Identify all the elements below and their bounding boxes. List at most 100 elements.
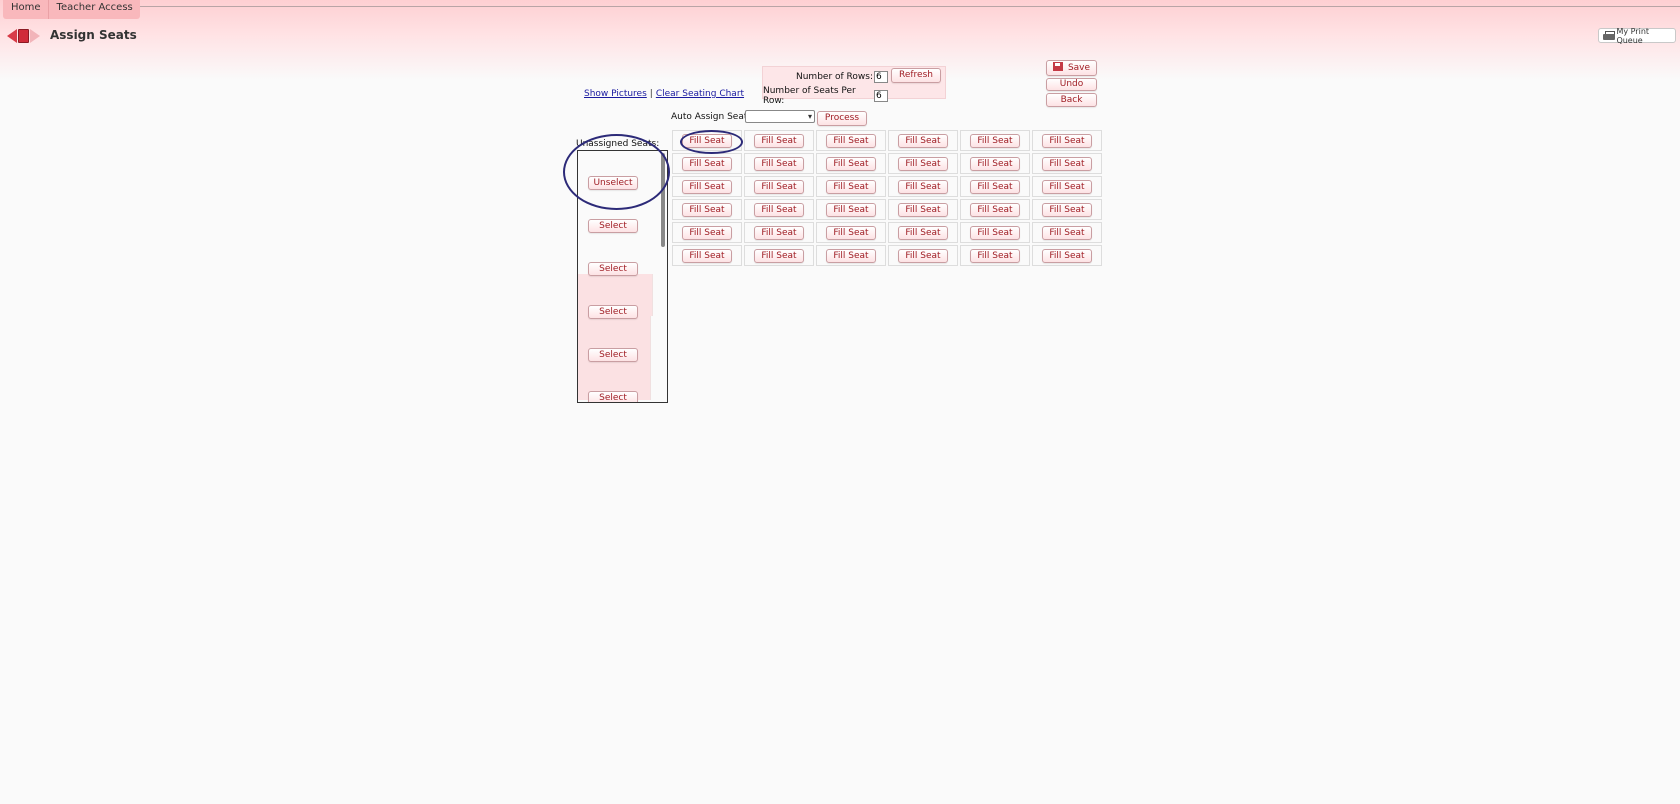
back-arrow-icon[interactable] [7,29,17,43]
seat-cell: Fill Seat [1032,130,1102,151]
save-label: Save [1067,63,1091,73]
chevron-down-icon: ▾ [807,112,812,121]
fill-seat-button[interactable]: Fill Seat [898,157,948,171]
seat-cell: Fill Seat [1032,176,1102,197]
tab-home[interactable]: Home [3,0,49,19]
seats-label: Number of Seats Per Row: [763,86,856,106]
fill-seat-button[interactable]: Fill Seat [826,134,876,148]
seats-row: Number of Seats Per Row: [763,86,888,106]
seat-cell: Fill Seat [816,176,886,197]
rows-input[interactable] [874,71,888,83]
seat-cell: Fill Seat [1032,199,1102,220]
chart-links: Show Pictures | Clear Seating Chart [584,89,744,99]
seats-per-row-input[interactable] [874,90,888,102]
fill-seat-button[interactable]: Fill Seat [898,249,948,263]
fill-seat-button[interactable]: Fill Seat [970,226,1020,240]
header-line [126,6,1680,7]
seat-cell: Fill Seat [816,153,886,174]
printer-icon [1603,30,1616,41]
select-button[interactable]: Select [588,348,638,362]
show-pictures-link[interactable]: Show Pictures [584,89,647,99]
fill-seat-button[interactable]: Fill Seat [1042,226,1092,240]
fill-seat-button[interactable]: Fill Seat [1042,134,1092,148]
seat-cell: Fill Seat [672,245,742,266]
refresh-button[interactable]: Refresh [891,68,941,83]
seat-cell: Fill Seat [888,153,958,174]
back-button[interactable]: Back [1046,93,1097,107]
unassigned-seats-label: Unassigned Seats: [576,139,660,149]
fill-seat-button[interactable]: Fill Seat [898,203,948,217]
page-title: Assign Seats [50,28,137,42]
select-button[interactable]: Select [588,262,638,276]
seat-cell: Fill Seat [672,222,742,243]
fill-seat-button[interactable]: Fill Seat [970,180,1020,194]
fill-seat-button[interactable]: Fill Seat [682,249,732,263]
seat-cell: Fill Seat [816,222,886,243]
fill-seat-button[interactable]: Fill Seat [754,249,804,263]
seat-cell: Fill Seat [672,153,742,174]
link-separator: | [649,89,653,99]
fill-seat-button[interactable]: Fill Seat [898,180,948,194]
select-button[interactable]: Select [588,305,638,319]
fill-seat-button[interactable]: Fill Seat [826,180,876,194]
select-button[interactable]: Select [588,219,638,233]
fill-seat-button[interactable]: Fill Seat [682,226,732,240]
seat-cell: Fill Seat [816,199,886,220]
fill-seat-button[interactable]: Fill Seat [1042,249,1092,263]
seat-cell: Fill Seat [816,245,886,266]
fill-seat-button[interactable]: Fill Seat [970,203,1020,217]
fill-seat-button[interactable]: Fill Seat [970,249,1020,263]
clear-seating-chart-link[interactable]: Clear Seating Chart [656,89,744,99]
fill-seat-button[interactable]: Fill Seat [1042,180,1092,194]
print-queue-button[interactable]: My Print Queue [1598,26,1676,45]
fill-seat-button[interactable]: Fill Seat [1042,203,1092,217]
process-button[interactable]: Process [817,111,867,126]
top-tabs: Home Teacher Access [3,0,140,19]
fill-seat-button[interactable]: Fill Seat [682,203,732,217]
seat-cell: Fill Seat [960,222,1030,243]
fill-seat-button[interactable]: Fill Seat [682,180,732,194]
rows-label: Number of Rows: [796,72,873,82]
unassigned-seats-list[interactable]: Unselect Select Select Select Select Sel… [577,150,668,403]
fill-seat-button[interactable]: Fill Seat [754,134,804,148]
save-icon [1052,62,1063,71]
fill-seat-button[interactable]: Fill Seat [826,249,876,263]
unassigned-scrollbar[interactable] [661,153,665,247]
forward-arrow-icon[interactable] [30,29,40,43]
select-button[interactable]: Select [588,391,638,402]
seat-cell: Fill Seat [744,222,814,243]
print-queue-label: My Print Queue [1616,26,1650,45]
fill-seat-button[interactable]: Fill Seat [826,157,876,171]
fill-seat-button[interactable]: Fill Seat [970,157,1020,171]
fill-seat-button[interactable]: Fill Seat [898,226,948,240]
seat-cell: Fill Seat [672,199,742,220]
fill-seat-button[interactable]: Fill Seat [682,134,732,148]
seat-cell: Fill Seat [1032,222,1102,243]
tab-teacher-access[interactable]: Teacher Access [49,0,140,19]
unselect-button[interactable]: Unselect [588,176,638,190]
bookmark-icon[interactable] [18,29,29,43]
fill-seat-button[interactable]: Fill Seat [754,226,804,240]
undo-button[interactable]: Undo [1046,78,1097,91]
fill-seat-button[interactable]: Fill Seat [898,134,948,148]
seat-cell: Fill Seat [816,130,886,151]
seat-cell: Fill Seat [888,130,958,151]
seat-cell: Fill Seat [672,176,742,197]
seat-cell: Fill Seat [1032,245,1102,266]
fill-seat-button[interactable]: Fill Seat [826,203,876,217]
seat-cell: Fill Seat [888,199,958,220]
fill-seat-button[interactable]: Fill Seat [682,157,732,171]
seat-cell: Fill Seat [960,199,1030,220]
fill-seat-button[interactable]: Fill Seat [754,157,804,171]
fill-seat-button[interactable]: Fill Seat [754,180,804,194]
seat-cell: Fill Seat [672,130,742,151]
seat-cell: Fill Seat [960,176,1030,197]
auto-assign-select[interactable]: ▾ [745,110,815,123]
fill-seat-button[interactable]: Fill Seat [1042,157,1092,171]
fill-seat-button[interactable]: Fill Seat [970,134,1020,148]
save-button[interactable]: Save [1046,60,1097,76]
fill-seat-button[interactable]: Fill Seat [826,226,876,240]
seat-cell: Fill Seat [744,199,814,220]
nav-arrows [7,29,40,43]
fill-seat-button[interactable]: Fill Seat [754,203,804,217]
